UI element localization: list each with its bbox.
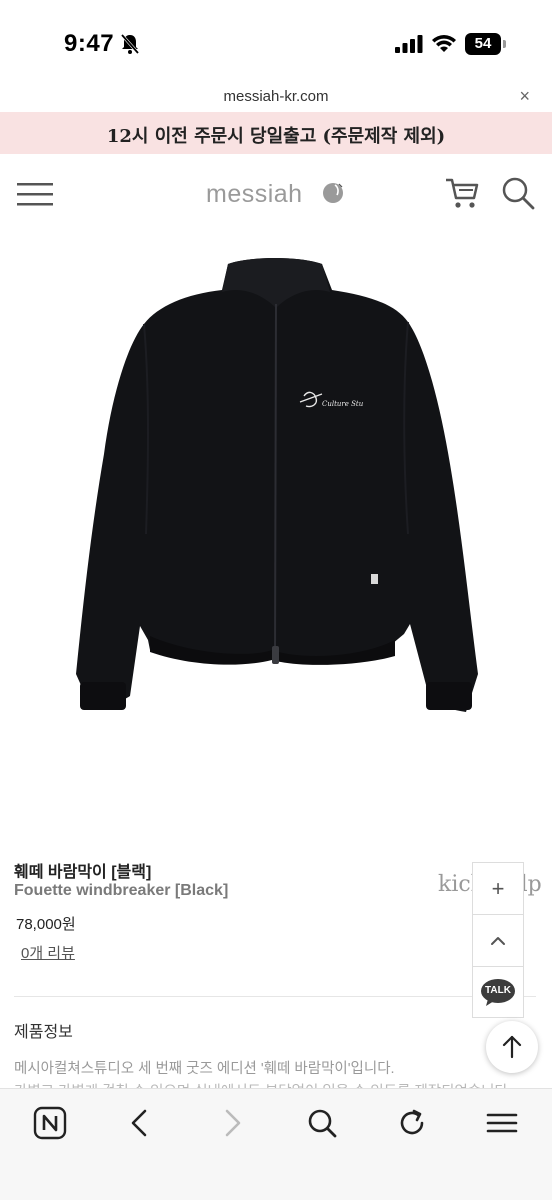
signal-icon (395, 35, 423, 53)
chevron-up-button[interactable] (473, 915, 523, 967)
status-time: 9:47 (64, 30, 115, 57)
hamburger-menu-icon[interactable] (17, 180, 53, 208)
side-widget: + TALK (472, 862, 524, 1018)
battery-nub (503, 40, 506, 48)
status-bar: 9:47 54 (0, 0, 552, 82)
close-icon[interactable]: × (519, 86, 530, 107)
divider (14, 996, 536, 997)
product-price: 78,000원 (16, 916, 76, 933)
product-image[interactable]: Culture Stu (0, 234, 552, 834)
section-label-product-info[interactable]: 제품정보 (14, 1018, 73, 1042)
forward-arrow-icon[interactable] (212, 1103, 252, 1143)
promo-banner-text: 12시 이전 주문시 당일출고 (주문제작 제외) (106, 126, 446, 147)
site-header: messiah (0, 154, 552, 234)
plus-button[interactable]: + (473, 863, 523, 915)
cart-icon[interactable] (444, 176, 480, 210)
search-nav-icon[interactable] (302, 1103, 342, 1143)
product-subtitle: Fouette windbreaker [Black] (14, 882, 229, 899)
url-text[interactable]: messiah-kr.com (0, 88, 552, 105)
battery-indicator: 54 (465, 33, 501, 55)
product-title: 훼떼 바람막이 [블랙] (14, 864, 152, 881)
chevron-up-icon (491, 937, 505, 945)
promo-banner: 12시 이전 주문시 당일출고 (주문제작 제외) (0, 112, 552, 154)
back-arrow-icon[interactable] (120, 1103, 160, 1143)
url-bar[interactable]: messiah-kr.com × (0, 82, 552, 112)
chest-logo-text: Culture Stu (322, 400, 364, 408)
logo-mark-icon (323, 183, 343, 203)
product-description: 메시아컬쳐스튜디오 세 번째 굿즈 에디션 '훼떼 바람막이'입니다. (14, 1061, 395, 1077)
wifi-icon (432, 35, 456, 52)
jacket-illustration: Culture Stu (76, 258, 478, 712)
product-description-cut: 가볍고 가볍게 걸칠 수 있으며 실내에서도 부담없이 입을 수 있도록 제작되… (14, 1080, 534, 1088)
naver-home-icon[interactable] (30, 1103, 70, 1143)
kakao-talk-button[interactable]: TALK (473, 967, 523, 1019)
review-link[interactable]: 0개 리뷰 (21, 942, 75, 963)
arrow-up-icon (502, 1035, 522, 1059)
browser-bottom-bar (0, 1088, 552, 1200)
scroll-top-button[interactable] (486, 1021, 538, 1073)
more-menu-icon[interactable] (482, 1103, 522, 1143)
bell-muted-icon (120, 34, 140, 54)
search-icon[interactable] (500, 176, 536, 210)
site-logo[interactable]: messiah (206, 180, 303, 209)
refresh-icon[interactable] (392, 1103, 432, 1143)
talk-label: TALK (485, 985, 511, 996)
